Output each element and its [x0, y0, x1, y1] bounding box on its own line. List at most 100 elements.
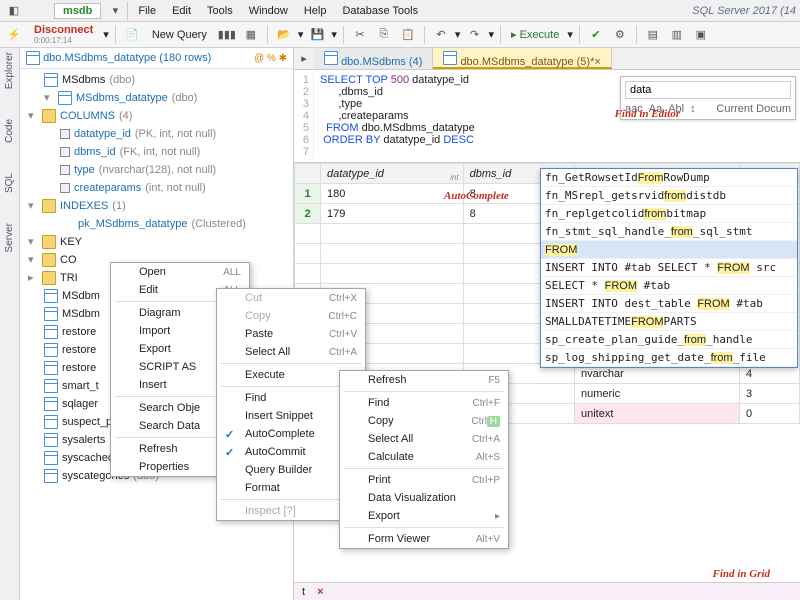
autocomplete-item[interactable]: fn_GetRowsetIdFromRowDump — [541, 169, 797, 187]
sidetab-server[interactable]: Server — [4, 223, 15, 252]
menu-item[interactable]: CalculateAlt+S — [340, 448, 508, 466]
tbl-icon — [44, 289, 58, 303]
row-header[interactable] — [295, 244, 321, 264]
tbl-icon — [44, 343, 58, 357]
grid-cell[interactable]: unitext — [574, 404, 739, 424]
menu-item: CutCtrl+X — [217, 289, 365, 307]
tree-node[interactable]: pk_MSdbms_datatype (Clustered) — [58, 215, 293, 233]
settings-icon[interactable]: ⚙ — [610, 25, 630, 45]
tree-node[interactable]: datatype_id (PK, int, not null) — [58, 125, 293, 143]
open-icon[interactable]: 📂 — [274, 25, 294, 45]
grid-cell[interactable]: numeric — [574, 384, 739, 404]
grid-status-bar: t × — [294, 582, 800, 600]
sidetab-explorer[interactable]: Explorer — [4, 52, 15, 89]
sql-code[interactable]: SELECT TOP 500 datatype_id ,dbms_id ,typ… — [314, 74, 475, 158]
col-icon — [60, 147, 70, 157]
autocomplete-item[interactable]: SMALLDATETIMEFROMPARTS — [541, 313, 797, 331]
new-icon[interactable]: 📄 — [122, 25, 142, 45]
menu-item[interactable]: OpenALL — [111, 263, 249, 281]
menu-database-tools[interactable]: Database Tools — [334, 5, 426, 17]
tree-node[interactable]: MSdbms (dbo) — [42, 71, 293, 89]
grid-cell[interactable] — [321, 244, 464, 264]
menu-tools[interactable]: Tools — [199, 5, 241, 17]
columns-icon[interactable]: ▮▮▮ — [217, 25, 237, 45]
new-query-button[interactable]: New Query — [146, 29, 213, 41]
close-icon[interactable]: × — [594, 56, 600, 68]
menu-window[interactable]: Window — [241, 5, 296, 17]
menu-edit[interactable]: Edit — [164, 5, 199, 17]
cut-icon[interactable]: ✂ — [350, 25, 370, 45]
menu-item[interactable]: RefreshF5 — [340, 371, 508, 389]
menu-item[interactable]: FindCtrl+F — [340, 394, 508, 412]
find-opt-word[interactable]: Abl — [668, 103, 684, 115]
grid-cell[interactable]: 180 — [321, 184, 464, 204]
tree-node[interactable]: createparams (int, not null) — [58, 179, 293, 197]
autocomplete-item[interactable]: sp_log_shipping_get_date_from_file — [541, 349, 797, 367]
tree-node[interactable]: COLUMNS (4) — [26, 107, 293, 125]
save-icon[interactable]: 💾 — [307, 25, 327, 45]
menu-help[interactable]: Help — [296, 5, 335, 17]
connect-icon[interactable]: ⚡ — [4, 25, 24, 45]
autocomplete-popup[interactable]: fn_GetRowsetIdFromRowDumpfn_MSrepl_getsr… — [540, 168, 798, 368]
tree-node[interactable]: type (nvarchar(128), not null) — [58, 161, 293, 179]
grid-cell[interactable]: 179 — [321, 204, 464, 224]
tool-icon-3[interactable]: ▣ — [691, 25, 711, 45]
undo-icon[interactable]: ↶ — [431, 25, 451, 45]
redo-icon[interactable]: ↷ — [464, 25, 484, 45]
menu-item[interactable]: Export▸ — [340, 507, 508, 525]
autocomplete-item[interactable]: fn_stmt_sql_handle_from_sql_stmt — [541, 223, 797, 241]
menu-item[interactable]: PasteCtrl+V — [217, 325, 365, 343]
autocomplete-item[interactable]: fn_MSrepl_getsrvidfromdistdb — [541, 187, 797, 205]
find-in-editor[interactable]: aac Aa Abl ↕ Current Docum — [620, 76, 796, 120]
menu-item[interactable]: Data Visualization — [340, 489, 508, 507]
tree-node[interactable]: KEY — [26, 233, 293, 251]
autocomplete-item[interactable]: INSERT INTO #tab SELECT * FROM src — [541, 259, 797, 277]
tree-label: restore — [62, 359, 96, 377]
find-opt-regex[interactable]: ↕ — [690, 103, 696, 115]
status-x-icon[interactable]: × — [317, 586, 323, 598]
row-header[interactable]: 2 — [295, 204, 321, 224]
find-opt-case[interactable]: aac — [625, 103, 643, 115]
execute-button[interactable]: Execute — [507, 28, 563, 41]
paste-icon[interactable]: 📋 — [398, 25, 418, 45]
find-opt-aa[interactable]: Aa — [649, 103, 662, 115]
row-header[interactable] — [295, 224, 321, 244]
check-icon[interactable]: ✔ — [586, 25, 606, 45]
menu-item[interactable]: PrintCtrl+P — [340, 471, 508, 489]
find-input[interactable] — [625, 81, 791, 99]
menu-item[interactable]: Select AllCtrl+A — [217, 343, 365, 361]
sidetab-code[interactable]: Code — [4, 119, 15, 143]
disconnect-button[interactable]: Disconnect 0:00:17:14 — [28, 24, 99, 45]
tab-msdbms[interactable]: dbo.MSdbms (4) — [314, 48, 433, 69]
grid-cell[interactable] — [321, 264, 464, 284]
tab-msdbms-datatype[interactable]: dbo.MSdbms_datatype (5)*× — [433, 48, 611, 69]
row-header[interactable]: 1 — [295, 184, 321, 204]
row-header[interactable] — [295, 264, 321, 284]
menu-item[interactable]: CopyCtrl+CH — [340, 412, 508, 430]
menu-file[interactable]: File — [130, 5, 164, 17]
find-scope[interactable]: Current Docum — [716, 103, 791, 115]
grid-header[interactable]: datatype_idint — [321, 164, 464, 184]
autocomplete-item[interactable]: INSERT INTO dest_table FROM #tab — [541, 295, 797, 313]
sidetab-sql[interactable]: SQL — [4, 173, 15, 193]
copy-icon[interactable]: ⎘ — [374, 25, 394, 45]
tool-icon-1[interactable]: ▤ — [643, 25, 663, 45]
dropdown-icon[interactable]: ▾ — [105, 1, 125, 21]
menu-item[interactable]: Select AllCtrl+A — [340, 430, 508, 448]
context-menu-grid[interactable]: RefreshF5 FindCtrl+FCopyCtrl+CHSelect All… — [339, 370, 509, 549]
grid-cell[interactable]: 3 — [740, 384, 800, 404]
autocomplete-item[interactable]: sp_create_plan_guide_from_handle — [541, 331, 797, 349]
tree-node[interactable]: dbms_id (FK, int, not null) — [58, 143, 293, 161]
tool-icon-2[interactable]: ▥ — [667, 25, 687, 45]
tree-node[interactable]: MSdbms_datatype (dbo) — [42, 89, 293, 107]
tabs-menu-icon[interactable]: ▸ — [294, 48, 314, 68]
autocomplete-item[interactable]: FROM — [541, 241, 797, 259]
tree-node[interactable]: INDEXES (1) — [26, 197, 293, 215]
autocomplete-item[interactable]: SELECT * FROM #tab — [541, 277, 797, 295]
grid-icon[interactable]: ▦ — [241, 25, 261, 45]
autocomplete-item[interactable]: fn_replgetcolidfrombitmap — [541, 205, 797, 223]
database-selector[interactable]: msdb — [54, 3, 101, 19]
grid-cell[interactable] — [321, 224, 464, 244]
menu-item[interactable]: Form ViewerAlt+V — [340, 530, 508, 548]
grid-cell[interactable]: 0 — [740, 404, 800, 424]
